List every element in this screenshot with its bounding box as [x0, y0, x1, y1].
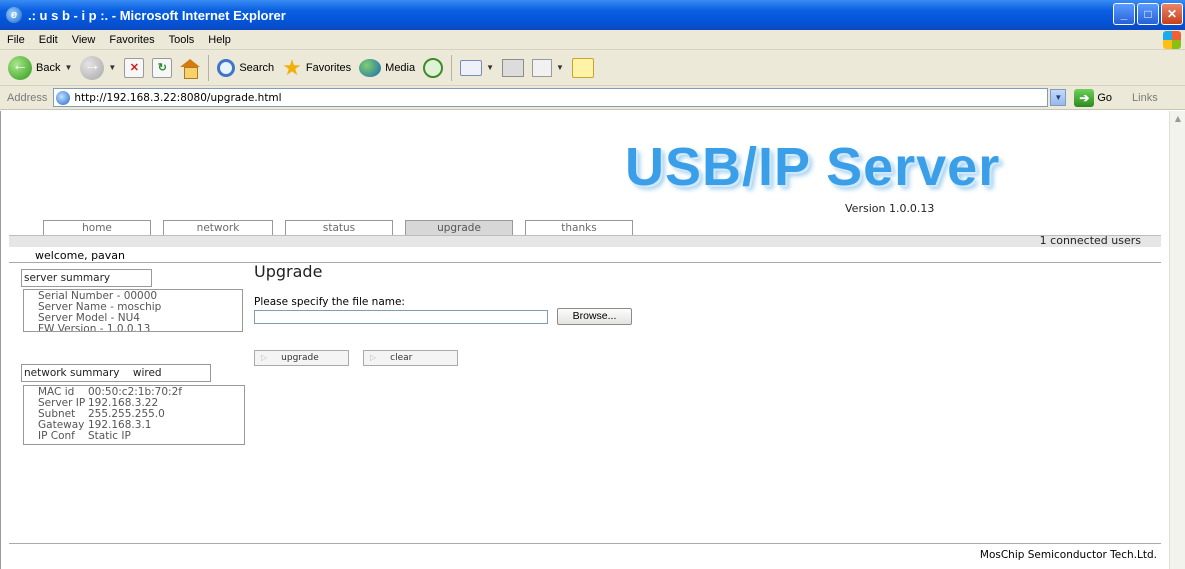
toolbar-separator	[451, 54, 453, 81]
search-button[interactable]: Search	[217, 54, 274, 82]
network-summary-heading: network summary wired	[21, 364, 211, 382]
page-title: Upgrade	[254, 262, 323, 281]
address-dropdown-icon[interactable]: ▼	[1050, 89, 1067, 106]
menu-tools[interactable]: Tools	[162, 34, 202, 46]
messenger-button[interactable]	[571, 54, 594, 82]
vertical-scrollbar[interactable]: ▲	[1169, 111, 1185, 569]
print-button[interactable]	[502, 54, 525, 82]
tab-status[interactable]: status	[285, 220, 393, 235]
file-path-input[interactable]	[254, 310, 548, 324]
links-label[interactable]: Links	[1132, 92, 1158, 104]
ie-logo-icon: e	[6, 7, 22, 23]
back-dropdown-icon[interactable]: ▼	[64, 63, 72, 72]
search-label: Search	[239, 61, 275, 74]
edit-icon	[532, 58, 553, 77]
media-button[interactable]: Media	[359, 54, 415, 82]
mail-button[interactable]: ▼	[460, 54, 494, 82]
site-logo: USB/IP Server	[625, 137, 1001, 197]
forward-button[interactable]: ▼	[80, 54, 116, 82]
media-icon	[359, 58, 382, 77]
windows-logo-icon	[1163, 31, 1181, 49]
favorites-label: Favorites	[305, 61, 352, 74]
media-label: Media	[385, 61, 416, 74]
network-summary-box: MAC id 00:50:c2:1b:70:2f Server IP 192.168…	[23, 385, 245, 445]
version-text: Version 1.0.0.13	[845, 202, 935, 215]
file-prompt: Please specify the file name:	[254, 296, 405, 308]
address-input[interactable]: http://192.168.3.22:8080/upgrade.html	[53, 88, 1049, 107]
tab-upgrade[interactable]: upgrade	[405, 220, 513, 235]
address-label: Address	[7, 91, 48, 104]
footer-text: MosChip Semiconductor Tech.Ltd.	[979, 549, 1157, 561]
go-label: Go	[1097, 91, 1113, 104]
favorites-star-icon: ★	[282, 54, 302, 80]
menu-bar: File Edit View Favorites Tools Help	[0, 30, 1185, 50]
history-button[interactable]	[423, 54, 444, 82]
edit-dropdown-icon[interactable]: ▼	[556, 63, 564, 72]
divider	[9, 262, 1161, 263]
web-page: USB/IP Server Version 1.0.0.13 home netw…	[9, 111, 1161, 569]
history-icon	[423, 57, 444, 78]
tab-thanks[interactable]: thanks	[525, 220, 633, 235]
minimize-button[interactable]: _	[1113, 3, 1135, 25]
home-icon	[180, 58, 201, 79]
back-label: Back	[36, 61, 61, 74]
network-mode: wired	[132, 367, 162, 379]
refresh-icon: ↻	[152, 57, 173, 78]
mail-icon	[460, 59, 483, 76]
forward-dropdown-icon[interactable]: ▼	[108, 63, 116, 72]
page-icon	[56, 90, 71, 105]
search-icon	[217, 58, 236, 77]
mail-dropdown-icon[interactable]: ▼	[486, 63, 494, 72]
close-button[interactable]: ✕	[1161, 3, 1183, 25]
server-summary-box: Serial Number - 00000 Server Name - mosc…	[23, 289, 243, 332]
menu-edit[interactable]: Edit	[32, 34, 65, 46]
edit-button[interactable]: ▼	[532, 54, 564, 82]
server-fw-version: FW Version - 1.0.0.13	[38, 323, 151, 332]
refresh-button[interactable]: ↻	[152, 54, 173, 82]
tab-home[interactable]: home	[43, 220, 151, 235]
menu-favorites[interactable]: Favorites	[102, 34, 161, 46]
window-title: .: u s b - i p :. - Microsoft Internet E…	[28, 7, 286, 23]
go-arrow-icon: ➔	[1074, 88, 1095, 107]
upgrade-arrow-icon: ▷	[261, 353, 268, 362]
address-url: http://192.168.3.22:8080/upgrade.html	[74, 91, 282, 104]
menu-view[interactable]: View	[65, 34, 103, 46]
print-icon	[502, 58, 525, 77]
upgrade-button[interactable]: ▷ upgrade	[254, 350, 349, 366]
standard-toolbar: Back ▼ ▼ ✕ ↻ Search ★ Favorites Media ▼ …	[0, 50, 1185, 86]
browser-viewport: ▲ USB/IP Server Version 1.0.0.13 home ne…	[0, 111, 1185, 569]
nav-tabs: home network status upgrade thanks	[43, 220, 645, 235]
clear-arrow-icon: ▷	[370, 353, 377, 362]
stop-button[interactable]: ✕	[124, 54, 145, 82]
network-summary-title: network summary	[24, 367, 120, 379]
back-button[interactable]: Back ▼	[8, 54, 72, 82]
browse-button[interactable]: Browse...	[557, 308, 632, 325]
net-row-ipconf: IP Conf Static IP	[38, 430, 131, 442]
favorites-button[interactable]: ★ Favorites	[282, 54, 351, 82]
connected-users: 1 connected users	[1039, 234, 1141, 247]
home-button[interactable]	[180, 54, 201, 82]
forward-arrow-icon	[80, 55, 105, 80]
window-controls: _ □ ✕	[1113, 3, 1183, 25]
stop-icon: ✕	[124, 57, 145, 78]
note-icon	[571, 57, 594, 78]
clear-button[interactable]: ▷ clear	[363, 350, 458, 366]
maximize-button[interactable]: □	[1137, 3, 1159, 25]
address-bar: Address http://192.168.3.22:8080/upgrade…	[0, 86, 1185, 110]
toolbar-separator	[208, 54, 210, 81]
window-titlebar: e .: u s b - i p :. - Microsoft Internet…	[0, 0, 1185, 30]
scroll-up-icon[interactable]: ▲	[1170, 111, 1185, 127]
go-button[interactable]: ➔ Go	[1074, 88, 1113, 107]
menu-file[interactable]: File	[0, 34, 32, 46]
nav-strip: 1 connected users	[9, 234, 1161, 247]
menu-help[interactable]: Help	[201, 34, 238, 46]
footer-divider	[9, 543, 1161, 544]
back-arrow-icon	[8, 55, 32, 80]
tab-network[interactable]: network	[163, 220, 273, 235]
welcome-text: welcome, pavan	[35, 249, 126, 262]
server-summary-heading: server summary	[21, 269, 152, 287]
